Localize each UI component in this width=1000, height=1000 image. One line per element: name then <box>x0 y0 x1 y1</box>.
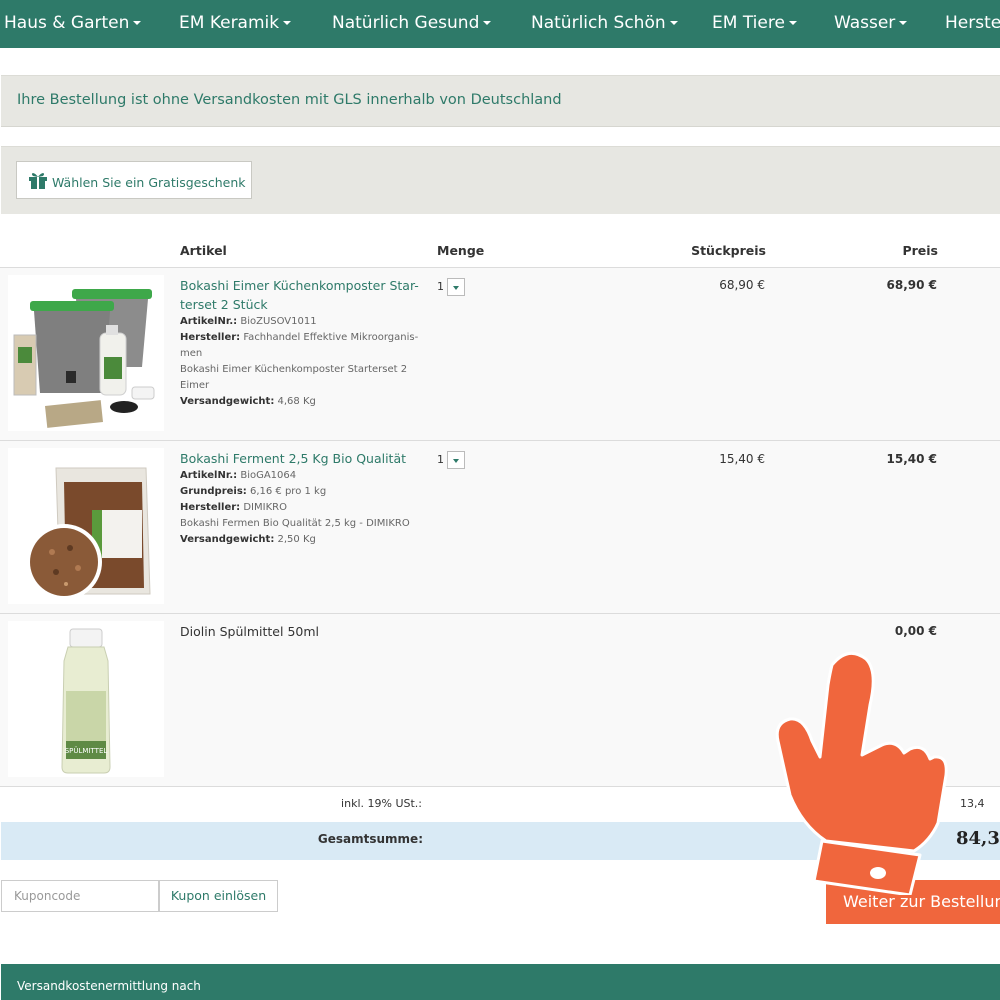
meta-value: Fachhandel Effektive Mikroorganis- <box>240 332 419 343</box>
meta-label: Grundpreis: <box>180 486 247 497</box>
notice-text: Ihre Bestellung ist ohne Versandkosten m… <box>17 92 562 108</box>
meta-line: Versandgewicht: 2,50 Kg <box>180 532 425 548</box>
meta-value: Bokashi Fermen Bio Qualität 2,5 kg - DIM… <box>180 518 410 529</box>
meta-line: Versandgewicht: 4,68 Kg <box>180 394 425 410</box>
meta-label: ArtikelNr.: <box>180 470 238 481</box>
shipping-calculation-bar[interactable]: Versandkostenermittlung nach <box>1 964 1000 1000</box>
nav-item-hersteller[interactable]: Herstel <box>945 0 1000 48</box>
nav-item-label: Herstel <box>945 13 1000 33</box>
gift-bar: Wählen Sie ein Gratisgeschenk <box>1 146 1000 214</box>
choose-gift-button[interactable]: Wählen Sie ein Gratisgeschenk <box>16 161 252 199</box>
meta-value: DIMIKRO <box>240 502 287 513</box>
redeem-coupon-button[interactable]: Kupon einlösen <box>159 880 278 912</box>
meta-line: Hersteller: DIMIKRO <box>180 500 425 516</box>
tax-value: 13,4 <box>960 797 985 810</box>
product-meta: ArtikelNr.: BioZUSOV1011 Hersteller: Fac… <box>180 314 425 410</box>
top-navigation: Haus & Garten EM Keramik Natürlich Gesun… <box>0 0 1000 48</box>
product-meta: ArtikelNr.: BioGA1064 Grundpreis: 6,16 €… <box>180 468 425 548</box>
nav-item-wasser[interactable]: Wasser <box>834 0 908 48</box>
meta-line: Eimer <box>180 378 425 394</box>
meta-label: Versandgewicht: <box>180 396 275 407</box>
meta-value: men <box>180 348 203 359</box>
product-name-line: Bokashi Eimer Küchenkomposter Star- <box>180 278 419 293</box>
quantity-value: 1 <box>437 280 444 293</box>
column-header-price: Preis <box>902 243 938 258</box>
nav-item-em-tiere[interactable]: EM Tiere <box>712 0 797 48</box>
product-image-bokashi-ferment[interactable] <box>8 448 164 604</box>
total-label: Gesamtsumme: <box>317 832 423 846</box>
caret-down-icon <box>283 21 292 25</box>
choose-gift-label: Wählen Sie ein Gratisgeschenk <box>52 175 246 190</box>
meta-label: Hersteller: <box>180 502 241 513</box>
line-price: 68,90 € <box>886 278 937 292</box>
free-shipping-notice: Ihre Bestellung ist ohne Versandkosten m… <box>1 75 1000 127</box>
meta-value: Eimer <box>180 380 210 391</box>
product-name-line: Bokashi Ferment 2,5 Kg Bio Qualität <box>180 451 407 466</box>
meta-value: BioZUSOV1011 <box>237 316 317 327</box>
nav-item-label: EM Keramik <box>179 13 280 33</box>
shipping-calculation-label: Versandkostenermittlung nach <box>17 979 201 993</box>
quantity-value: 1 <box>437 453 444 466</box>
nav-item-label: EM Tiere <box>712 13 785 33</box>
chevron-down-icon[interactable] <box>447 451 465 469</box>
meta-value: BioGA1064 <box>237 470 297 481</box>
nav-item-em-keramik[interactable]: EM Keramik <box>179 0 292 48</box>
total-value: 84,30 <box>956 828 1000 849</box>
meta-label: Hersteller: <box>180 332 241 343</box>
product-image-diolin[interactable]: SPÜLMITTEL <box>8 621 164 777</box>
chevron-down-icon[interactable] <box>447 278 465 296</box>
product-name-link[interactable]: Bokashi Ferment 2,5 Kg Bio Qualität <box>180 449 420 468</box>
line-price: 0,00 € <box>894 624 937 638</box>
product-name-line: terset 2 Stück <box>180 297 268 312</box>
meta-value: Bokashi Eimer Küchenkomposter Starterset… <box>180 364 408 375</box>
tax-label: inkl. 19% USt.: <box>341 797 422 810</box>
product-name: Diolin Spülmittel 50ml <box>180 624 319 639</box>
unit-price: 68,90 € <box>719 278 765 292</box>
nav-item-natuerlich-schoen[interactable]: Natürlich Schön <box>531 0 678 48</box>
meta-value: 6,16 € pro 1 kg <box>246 486 327 497</box>
nav-item-natuerlich-gesund[interactable]: Natürlich Gesund <box>332 0 492 48</box>
column-header-quantity: Menge <box>437 243 485 258</box>
bottle-label: SPÜLMITTEL <box>65 746 108 755</box>
nav-item-label: Natürlich Schön <box>531 13 666 33</box>
product-image-bokashi-bucket[interactable] <box>8 275 164 431</box>
column-header-unit-price: Stückpreis <box>691 243 766 258</box>
caret-down-icon <box>483 21 492 25</box>
nav-item-label: Haus & Garten <box>4 13 130 33</box>
nav-item-haus-garten[interactable]: Haus & Garten <box>4 0 142 48</box>
gift-icon <box>29 173 47 189</box>
meta-line: Bokashi Eimer Küchenkomposter Starterset… <box>180 362 425 378</box>
nav-item-label: Wasser <box>834 13 896 33</box>
meta-value: 4,68 Kg <box>274 396 316 407</box>
column-header-article: Artikel <box>180 243 227 258</box>
meta-value: 2,50 Kg <box>274 534 316 545</box>
unit-price: 15,40 € <box>719 452 765 466</box>
line-price: 15,40 € <box>886 452 937 466</box>
meta-line: Grundpreis: 6,16 € pro 1 kg <box>180 484 425 500</box>
caret-down-icon <box>133 21 142 25</box>
quantity-select[interactable]: 1 <box>437 451 465 469</box>
meta-line: ArtikelNr.: BioGA1064 <box>180 468 425 484</box>
meta-label: ArtikelNr.: <box>180 316 238 327</box>
caret-down-icon <box>788 21 797 25</box>
product-name-link[interactable]: Bokashi Eimer Küchenkomposter Star- ters… <box>180 276 420 314</box>
meta-line: Bokashi Fermen Bio Qualität 2,5 kg - DIM… <box>180 516 425 532</box>
nav-item-label: Natürlich Gesund <box>332 13 480 33</box>
meta-line: Hersteller: Fachhandel Effektive Mikroor… <box>180 330 425 346</box>
quantity-select[interactable]: 1 <box>437 278 465 296</box>
pointing-hand-icon <box>775 651 948 895</box>
meta-label: Versandgewicht: <box>180 534 275 545</box>
coupon-input[interactable] <box>1 880 159 912</box>
caret-down-icon <box>899 21 908 25</box>
meta-line: men <box>180 346 425 362</box>
meta-line: ArtikelNr.: BioZUSOV1011 <box>180 314 425 330</box>
caret-down-icon <box>669 21 678 25</box>
